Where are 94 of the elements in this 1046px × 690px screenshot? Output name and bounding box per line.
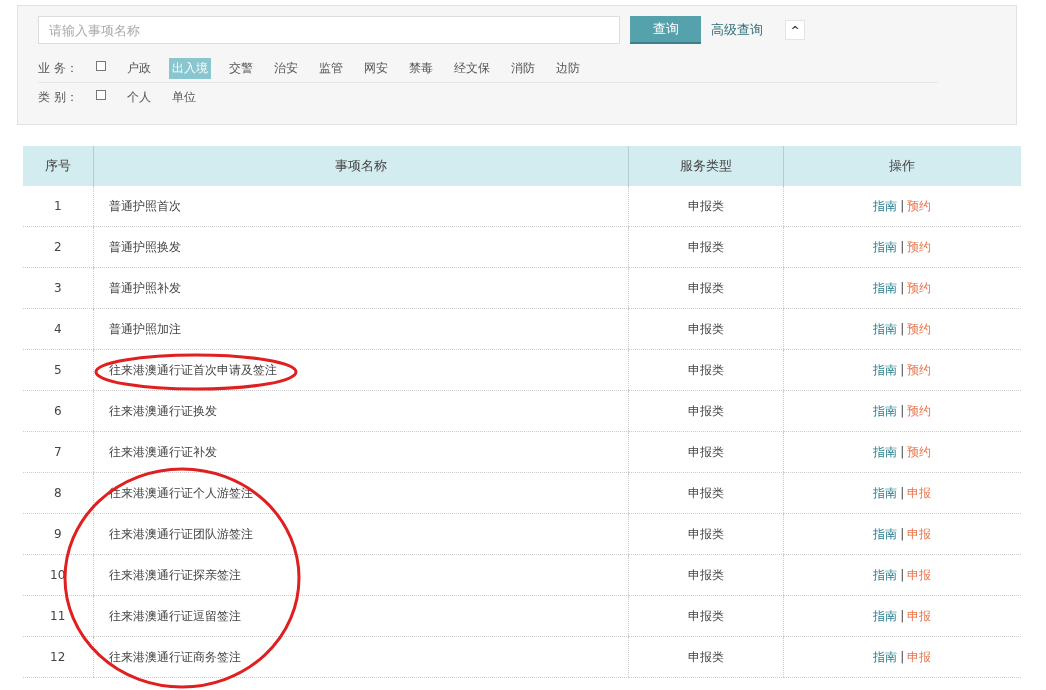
item-name-cell: 往来港澳通行证商务签注 [93, 636, 628, 678]
service-type-cell: 申报类 [628, 267, 783, 309]
service-type-cell: 申报类 [628, 636, 783, 678]
item-name-cell: 往来港澳通行证首次申请及签注 [93, 349, 628, 391]
column-header: 操作 [783, 146, 1021, 186]
column-header: 事项名称 [93, 146, 628, 186]
action-link[interactable]: 预约 [907, 321, 932, 336]
row-number-cell: 5 [23, 349, 93, 391]
action-link[interactable]: 申报 [907, 567, 932, 582]
item-name-cell: 往来港澳通行证补发 [93, 431, 628, 473]
separator: | [900, 526, 905, 541]
separator: | [900, 485, 905, 500]
guide-link[interactable]: 指南 [873, 649, 898, 664]
action-link[interactable]: 预约 [907, 239, 932, 254]
item-name-cell: 普通护照补发 [93, 267, 628, 309]
service-type-cell: 申报类 [628, 513, 783, 555]
service-type-cell: 申报类 [628, 390, 783, 432]
row-number-cell: 1 [23, 186, 93, 227]
filter-option[interactable]: 交警 [226, 57, 256, 79]
service-type-cell: 申报类 [628, 431, 783, 473]
guide-link[interactable]: 指南 [873, 321, 898, 336]
action-link[interactable]: 申报 [907, 649, 932, 664]
advanced-search-link[interactable]: 高级查询 [711, 21, 763, 39]
filter-option[interactable]: 消防 [508, 57, 538, 79]
filter-option[interactable]: 网安 [361, 57, 391, 79]
action-link[interactable]: 申报 [907, 485, 932, 500]
item-name-cell: 往来港澳通行证逗留签注 [93, 595, 628, 637]
guide-link[interactable]: 指南 [873, 608, 898, 623]
action-link[interactable]: 预约 [907, 362, 932, 377]
separator: | [900, 567, 905, 582]
filter-option[interactable]: 户政 [124, 57, 154, 79]
guide-link[interactable]: 指南 [873, 567, 898, 582]
filter-label: 类 别： [38, 88, 79, 106]
service-type-cell: 申报类 [628, 349, 783, 391]
row-number-cell: 7 [23, 431, 93, 473]
checkbox[interactable] [96, 61, 106, 71]
search-button[interactable]: 查询 [630, 16, 701, 44]
guide-link[interactable]: 指南 [873, 485, 898, 500]
filter-option[interactable]: 单位 [169, 86, 199, 108]
row-number-cell: 4 [23, 308, 93, 350]
separator: | [900, 280, 905, 295]
action-link[interactable]: 申报 [907, 608, 932, 623]
service-type-cell: 申报类 [628, 308, 783, 350]
item-name-cell: 普通护照换发 [93, 226, 628, 268]
action-link[interactable]: 预约 [907, 403, 932, 418]
separator: | [900, 198, 905, 213]
service-type-cell: 申报类 [628, 186, 783, 227]
search-field[interactable]: 请输入事项名称 [38, 16, 620, 44]
checkbox[interactable] [96, 90, 106, 100]
item-name-cell: 往来港澳通行证团队游签注 [93, 513, 628, 555]
action-link[interactable]: 申报 [907, 526, 932, 541]
action-link[interactable]: 预约 [907, 198, 932, 213]
filter-option[interactable]: 监管 [316, 57, 346, 79]
collapse-button[interactable]: ^ [785, 20, 805, 40]
item-name-cell: 往来港澳通行证换发 [93, 390, 628, 432]
guide-link[interactable]: 指南 [873, 403, 898, 418]
row-number-cell: 12 [23, 636, 93, 678]
guide-link[interactable]: 指南 [873, 444, 898, 459]
guide-link[interactable]: 指南 [873, 280, 898, 295]
separator: | [900, 649, 905, 664]
filter-option[interactable]: 经文保 [451, 57, 493, 79]
guide-link[interactable]: 指南 [873, 198, 898, 213]
filter-option[interactable]: 边防 [553, 57, 583, 79]
column-header: 服务类型 [628, 146, 783, 186]
service-type-cell: 申报类 [628, 472, 783, 514]
item-name-cell: 普通护照首次 [93, 186, 628, 227]
filter-option[interactable]: 治安 [271, 57, 301, 79]
service-type-cell: 申报类 [628, 554, 783, 596]
row-number-cell: 11 [23, 595, 93, 637]
service-type-cell: 申报类 [628, 595, 783, 637]
row-number-cell: 6 [23, 390, 93, 432]
service-type-cell: 申报类 [628, 226, 783, 268]
guide-link[interactable]: 指南 [873, 362, 898, 377]
guide-link[interactable]: 指南 [873, 526, 898, 541]
filter-option[interactable]: 个人 [124, 86, 154, 108]
separator: | [900, 362, 905, 377]
row-number-cell: 9 [23, 513, 93, 555]
filter-option[interactable]: 禁毒 [406, 57, 436, 79]
action-link[interactable]: 预约 [907, 280, 932, 295]
filter-label: 业 务： [38, 59, 79, 77]
row-number-cell: 10 [23, 554, 93, 596]
separator: | [900, 608, 905, 623]
separator: | [900, 239, 905, 254]
separator: | [900, 444, 905, 459]
action-link[interactable]: 预约 [907, 444, 932, 459]
separator: | [900, 403, 905, 418]
item-name-cell: 往来港澳通行证探亲签注 [93, 554, 628, 596]
row-number-cell: 8 [23, 472, 93, 514]
row-number-cell: 2 [23, 226, 93, 268]
guide-link[interactable]: 指南 [873, 239, 898, 254]
item-name-cell: 普通护照加注 [93, 308, 628, 350]
row-number-cell: 3 [23, 267, 93, 309]
column-header: 序号 [23, 146, 93, 186]
separator: | [900, 321, 905, 336]
